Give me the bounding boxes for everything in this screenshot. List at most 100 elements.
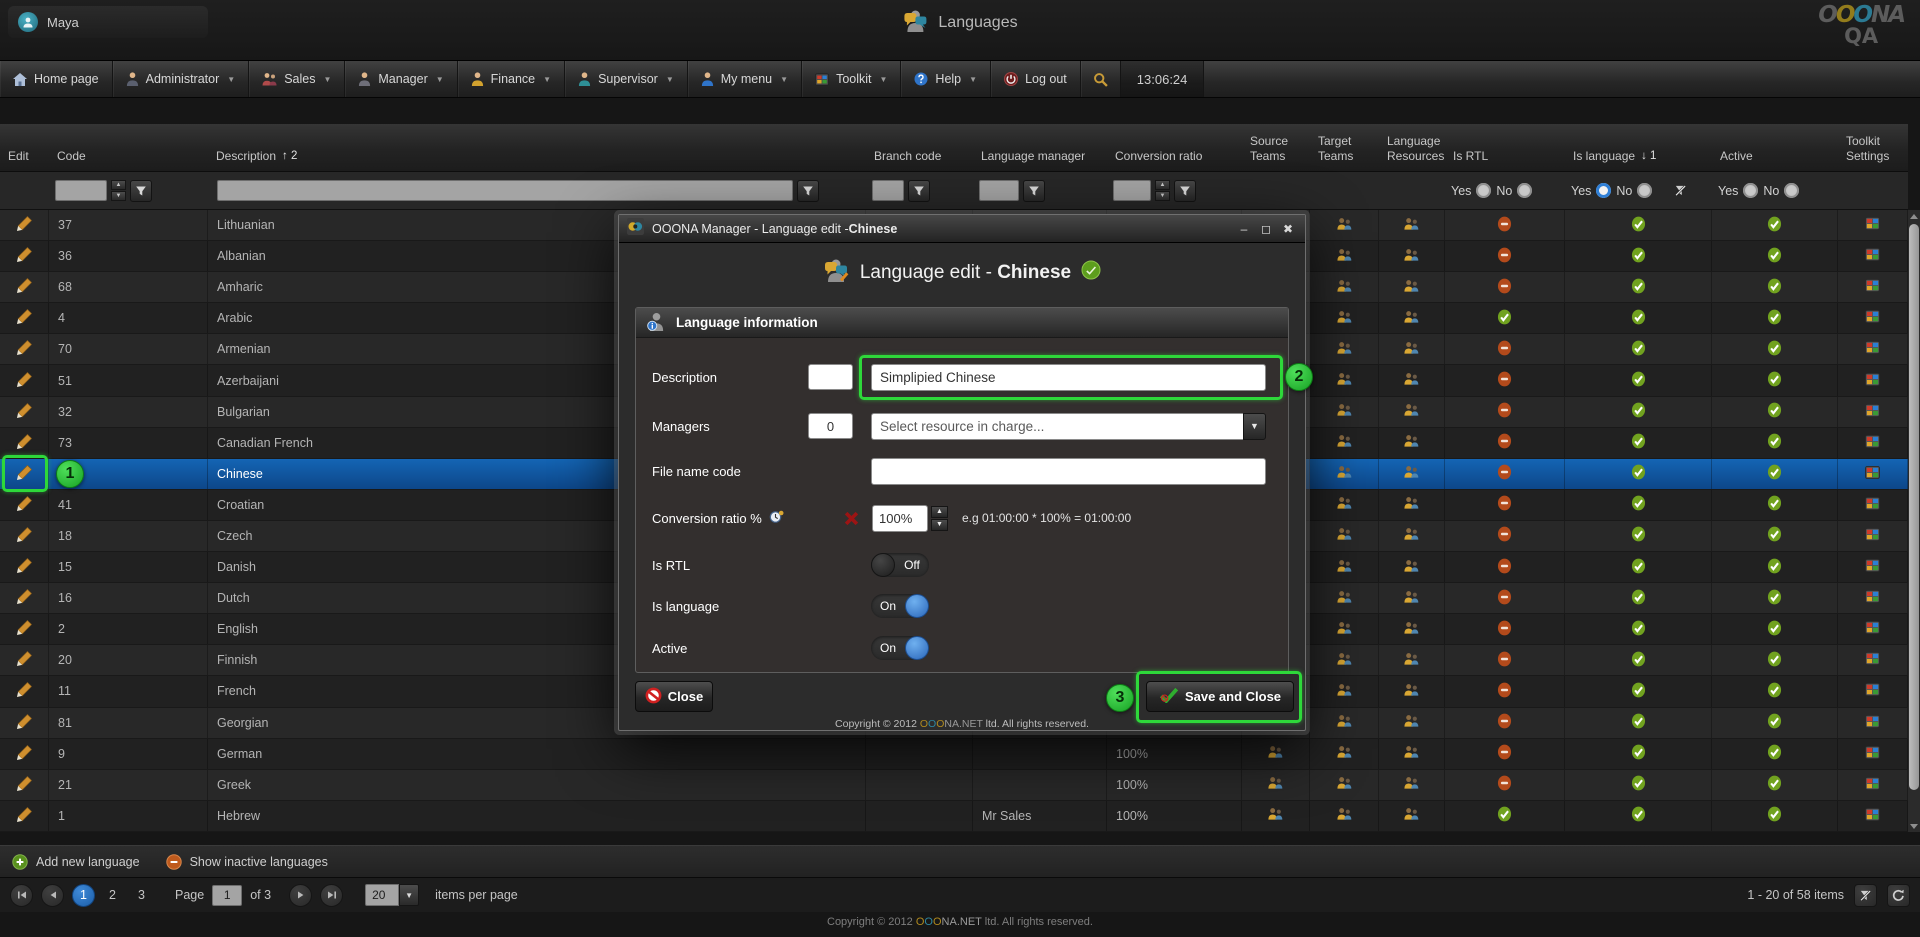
language-resources[interactable]	[1379, 365, 1445, 396]
edit-pencil-icon[interactable]	[16, 215, 33, 235]
target-teams-icon[interactable]	[1336, 559, 1353, 576]
toolkit-settings[interactable]	[1838, 334, 1908, 365]
edit-pencil-icon[interactable]	[16, 339, 33, 359]
toolkit-settings[interactable]	[1838, 489, 1908, 520]
page-number-button[interactable]: 3	[130, 884, 153, 907]
clear-filters-button[interactable]	[1854, 883, 1877, 907]
toolkit-settings-icon[interactable]	[1865, 341, 1880, 357]
managers-count-input[interactable]	[808, 413, 853, 439]
edit-pencil-icon[interactable]	[16, 526, 33, 546]
column-header-target[interactable]: Target Teams	[1310, 130, 1379, 171]
edit-pencil-icon[interactable]	[16, 806, 33, 826]
search-button[interactable]	[1081, 61, 1121, 97]
table-row[interactable]: 1 Hebrew Mr Sales 100%	[0, 800, 1908, 832]
edit-pencil-icon[interactable]	[16, 402, 33, 422]
target-teams-icon[interactable]	[1336, 621, 1353, 638]
target-teams-icon[interactable]	[1336, 590, 1353, 607]
edit-pencil-icon[interactable]	[16, 744, 33, 764]
edit-cell[interactable]	[0, 489, 49, 520]
target-teams[interactable]	[1310, 458, 1379, 489]
edit-pencil-icon[interactable]	[16, 371, 33, 391]
code-filter-button[interactable]	[130, 179, 152, 202]
toolkit-settings[interactable]	[1838, 272, 1908, 303]
is-language-filter-no-radio[interactable]	[1637, 183, 1653, 198]
minimize-button[interactable]: –	[1235, 222, 1253, 236]
target-teams[interactable]	[1310, 365, 1379, 396]
edit-pencil-icon[interactable]	[16, 650, 33, 670]
edit-pencil-icon[interactable]	[16, 433, 33, 453]
column-header-source[interactable]: Source Teams	[1242, 130, 1310, 171]
menu-item-administrator[interactable]: Administrator ▼	[113, 61, 250, 97]
language-resources-icon[interactable]	[1403, 745, 1420, 762]
language-resources-icon[interactable]	[1403, 807, 1420, 824]
language-resources[interactable]	[1379, 738, 1445, 769]
toolkit-settings-icon[interactable]	[1865, 559, 1880, 575]
language-resources[interactable]	[1379, 520, 1445, 552]
language-resources[interactable]	[1379, 614, 1445, 645]
target-teams-icon[interactable]	[1336, 434, 1353, 451]
language-resources-icon[interactable]	[1403, 527, 1420, 544]
target-teams[interactable]	[1310, 210, 1379, 241]
language-resources[interactable]	[1379, 458, 1445, 489]
target-teams[interactable]	[1310, 396, 1379, 427]
target-teams[interactable]	[1310, 676, 1379, 707]
conversion-ratio-input[interactable]	[872, 504, 928, 532]
chevron-down-icon[interactable]: ▼	[1243, 412, 1266, 440]
active-filter-yes-radio[interactable]	[1743, 183, 1759, 198]
edit-cell[interactable]	[0, 552, 49, 583]
close-dialog-button[interactable]: Close	[635, 681, 713, 712]
edit-cell[interactable]	[0, 365, 49, 396]
language-resources-icon[interactable]	[1403, 621, 1420, 638]
edit-cell[interactable]	[0, 241, 49, 272]
column-header-description[interactable]: Description ↑ 2	[208, 145, 866, 171]
toolkit-settings-icon[interactable]	[1865, 714, 1880, 731]
language-resources-icon[interactable]	[1403, 403, 1420, 420]
language-resources[interactable]	[1379, 241, 1445, 272]
spin-down-icon[interactable]: ▼	[111, 191, 126, 201]
toolkit-settings-icon[interactable]	[1865, 403, 1880, 420]
toolkit-settings[interactable]	[1838, 520, 1908, 552]
per-page-value[interactable]: 20	[365, 884, 400, 906]
last-page-button[interactable]	[320, 883, 344, 907]
edit-cell[interactable]	[0, 676, 49, 707]
edit-pencil-icon[interactable]	[16, 495, 33, 515]
menu-item-home-page[interactable]: Home page	[0, 61, 113, 97]
edit-pencil-icon[interactable]	[16, 775, 33, 795]
target-teams[interactable]	[1310, 738, 1379, 769]
active-toggle[interactable]: On	[871, 636, 929, 660]
toolkit-settings[interactable]	[1838, 738, 1908, 769]
table-row[interactable]: 21 Greek 100%	[0, 769, 1908, 801]
previous-page-button[interactable]	[41, 883, 64, 907]
column-header-toolkit[interactable]: Toolkit Settings	[1838, 130, 1908, 171]
language-resources[interactable]	[1379, 334, 1445, 365]
column-header-edit[interactable]: Edit	[0, 145, 49, 171]
target-teams-icon[interactable]	[1336, 310, 1353, 327]
spin-up-icon[interactable]: ▲	[1155, 180, 1170, 190]
target-teams[interactable]	[1310, 552, 1379, 583]
branch-code-filter-input[interactable]	[872, 180, 904, 201]
toolkit-settings[interactable]	[1838, 210, 1908, 241]
language-resources-icon[interactable]	[1403, 341, 1420, 358]
toolkit-settings-icon[interactable]	[1865, 248, 1880, 264]
edit-cell[interactable]	[0, 303, 49, 334]
target-teams-icon[interactable]	[1336, 341, 1353, 358]
toggle-knob[interactable]	[905, 594, 929, 618]
language-resources-icon[interactable]	[1403, 683, 1420, 700]
language-resources-icon[interactable]	[1403, 465, 1420, 482]
toolkit-settings-icon[interactable]	[1865, 527, 1880, 544]
scroll-up-icon[interactable]	[1908, 210, 1920, 222]
code-filter-spinner[interactable]: ▲ ▼	[111, 180, 126, 201]
target-teams[interactable]	[1310, 707, 1379, 738]
edit-cell[interactable]	[0, 707, 49, 738]
language-resources[interactable]	[1379, 210, 1445, 241]
column-header-langmgr[interactable]: Language manager	[973, 145, 1107, 171]
toolkit-settings[interactable]	[1838, 458, 1908, 489]
toolkit-settings-icon[interactable]	[1865, 310, 1880, 326]
target-teams-icon[interactable]	[1336, 652, 1353, 669]
edit-pencil-icon[interactable]	[16, 619, 33, 639]
target-teams-icon[interactable]	[1336, 776, 1353, 793]
page-number-button[interactable]: 1	[72, 883, 95, 907]
language-resources-icon[interactable]	[1403, 652, 1420, 669]
target-teams[interactable]	[1310, 614, 1379, 645]
target-teams[interactable]	[1310, 800, 1379, 831]
